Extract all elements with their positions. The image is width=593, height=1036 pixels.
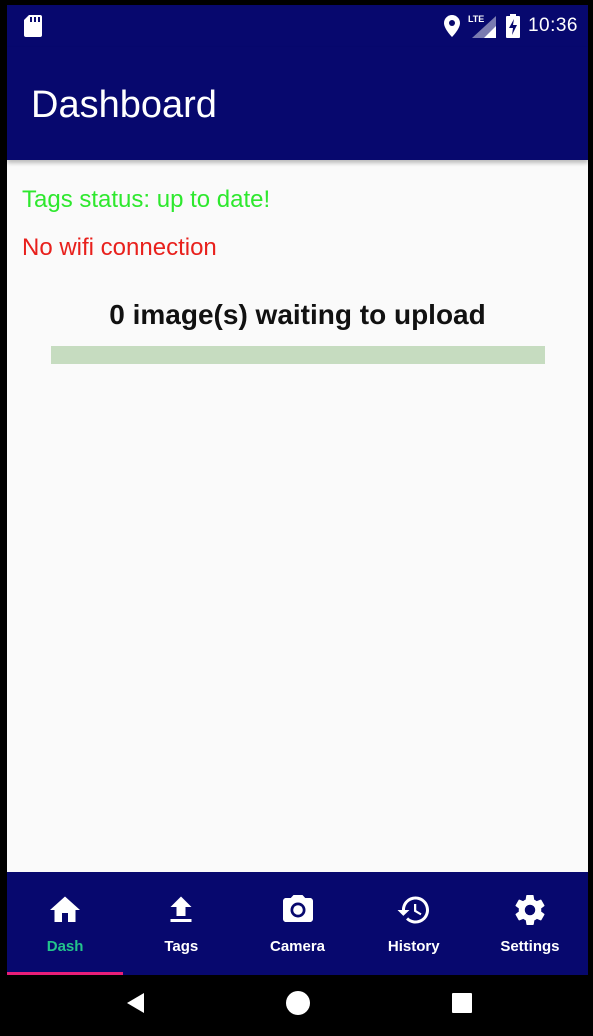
tags-status-text: Tags status: up to date! [22,186,271,213]
app-bar: Dashboard [7,47,588,160]
nav-label-history: History [387,938,440,955]
nav-item-settings[interactable]: Settings [472,872,588,975]
device-frame: LTE 10:36 Dashboard Tags status: up to d… [0,0,593,1036]
recents-icon[interactable] [448,989,476,1017]
history-icon [397,896,429,924]
wifi-status-text: No wifi connection [22,234,217,261]
status-bar: LTE 10:36 [7,5,588,47]
upload-progress-bar [51,346,545,364]
dashboard-content: Tags status: up to date! No wifi connect… [7,160,588,870]
page-title: Dashboard [31,84,217,126]
screen: LTE 10:36 Dashboard Tags status: up to d… [7,5,588,1031]
nav-label-tags: Tags [164,938,199,955]
status-icons: LTE 10:36 [443,5,578,47]
nav-item-tags[interactable]: Tags [123,872,239,975]
system-navigation-bar [7,975,588,1031]
status-time: 10:36 [527,15,578,36]
home-circle-icon[interactable] [284,989,312,1017]
battery-charging-icon [505,14,520,38]
upload-count-text: 0 image(s) waiting to upload [109,299,486,330]
nav-item-dash[interactable]: Dash [7,872,124,975]
signal-icon: LTE [468,14,498,38]
location-icon [443,15,460,37]
nav-label-camera: Camera [269,938,326,955]
sd-card-icon [24,15,42,37]
nav-item-camera[interactable]: Camera [239,872,355,975]
camera-icon [282,895,313,922]
gear-icon [515,895,545,925]
upload-icon [170,896,192,922]
back-icon[interactable] [122,989,150,1017]
nav-label-dash: Dash [46,938,84,955]
home-icon [50,896,81,922]
nav-label-settings: Settings [500,938,560,955]
nav-item-history[interactable]: History [356,872,472,975]
bottom-navigation: Dash Tags Camera History Settings [7,872,588,975]
